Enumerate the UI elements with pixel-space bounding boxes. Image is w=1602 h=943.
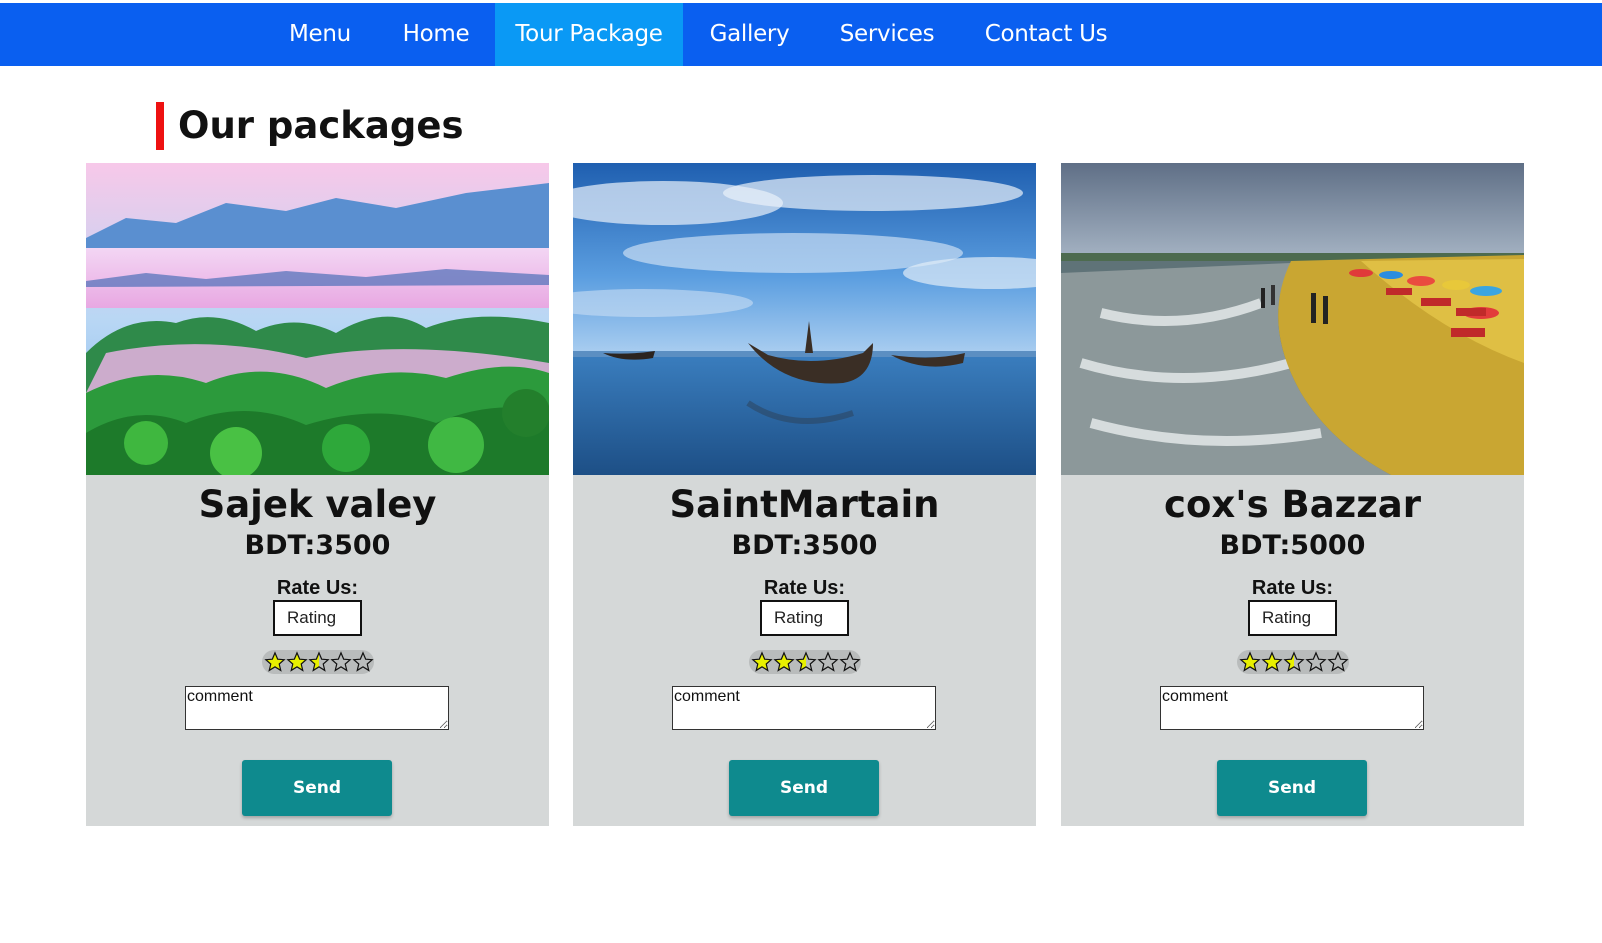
star-full-icon[interactable] xyxy=(773,651,795,673)
star-full-icon[interactable] xyxy=(1261,651,1283,673)
star-empty-icon[interactable] xyxy=(1327,651,1349,673)
star-empty-icon[interactable] xyxy=(330,651,352,673)
star-full-icon[interactable] xyxy=(751,651,773,673)
star-empty-icon[interactable] xyxy=(1305,651,1327,673)
star-full-icon[interactable] xyxy=(1239,651,1261,673)
page-title: Our packages xyxy=(156,102,464,150)
comment-textarea[interactable] xyxy=(672,686,936,730)
package-card-coxs-bazar: cox's Bazzar BDT:5000 Rate Us: Send xyxy=(1061,163,1524,826)
package-price: BDT:5000 xyxy=(1219,530,1366,561)
star-empty-icon[interactable] xyxy=(352,651,374,673)
rate-us-label: Rate Us: xyxy=(763,577,846,599)
rating-input[interactable] xyxy=(760,600,849,636)
send-button[interactable]: Send xyxy=(242,760,392,816)
rate-us-label: Rate Us: xyxy=(1251,577,1334,599)
comment-textarea[interactable] xyxy=(185,686,449,730)
package-price: BDT:3500 xyxy=(731,530,878,561)
send-button[interactable]: Send xyxy=(729,760,879,816)
package-image-saintmartin xyxy=(573,163,1036,475)
rate-us-label: Rate Us: xyxy=(276,577,359,599)
package-title: cox's Bazzar xyxy=(1164,483,1421,526)
nav-services[interactable]: Services xyxy=(824,3,950,66)
nav-home[interactable]: Home xyxy=(380,3,492,66)
nav-contact-us[interactable]: Contact Us xyxy=(968,3,1124,66)
package-title: SaintMartain xyxy=(669,483,940,526)
package-card-saintmartin: SaintMartain BDT:3500 Rate Us: Send xyxy=(573,163,1036,826)
package-price: BDT:3500 xyxy=(244,530,391,561)
rating-input[interactable] xyxy=(1248,600,1337,636)
star-half-icon[interactable] xyxy=(308,651,330,673)
star-full-icon[interactable] xyxy=(264,651,286,673)
package-image-coxs-bazar xyxy=(1061,163,1524,475)
star-half-icon[interactable] xyxy=(795,651,817,673)
send-button[interactable]: Send xyxy=(1217,760,1367,816)
star-rating[interactable] xyxy=(1237,650,1349,674)
comment-textarea[interactable] xyxy=(1160,686,1424,730)
star-rating[interactable] xyxy=(262,650,374,674)
nav-menu[interactable]: Menu xyxy=(272,3,368,66)
nav-gallery[interactable]: Gallery xyxy=(692,3,807,66)
rating-input[interactable] xyxy=(273,600,362,636)
package-card-sajek: Sajek valey BDT:3500 Rate Us: Send xyxy=(86,163,549,826)
star-empty-icon[interactable] xyxy=(839,651,861,673)
star-empty-icon[interactable] xyxy=(817,651,839,673)
top-navbar: Menu Home Tour Package Gallery Services … xyxy=(0,3,1602,66)
package-title: Sajek valey xyxy=(198,483,437,526)
star-half-icon[interactable] xyxy=(1283,651,1305,673)
star-full-icon[interactable] xyxy=(286,651,308,673)
package-image-sajek xyxy=(86,163,549,475)
nav-tour-package[interactable]: Tour Package xyxy=(495,3,683,66)
star-rating[interactable] xyxy=(749,650,861,674)
